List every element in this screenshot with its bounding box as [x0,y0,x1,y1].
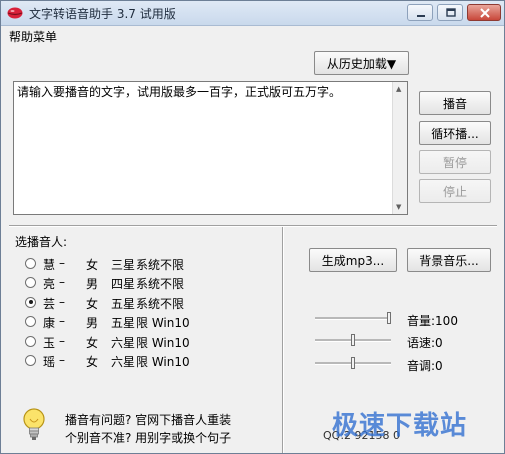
voice-dash: – [59,353,65,367]
scroll-up-icon[interactable]: ▲ [396,85,401,93]
pause-button[interactable]: 暂停 [419,150,491,174]
voice-gender: 男 [86,277,99,292]
close-button[interactable] [467,4,501,21]
voice-limit: 系统不限 [136,258,185,272]
menu-bar: 帮助菜单 [1,26,504,45]
rate-label: 语速:0 [407,336,443,350]
voice-stars: 三星 [111,258,136,272]
voice-section-heading: 选播音人: [15,235,68,249]
voice-dash: – [59,314,65,329]
voice-limit: 限 Win10 [136,355,190,369]
scroll-down-icon[interactable]: ▼ [396,203,401,211]
voice-limit: 系统不限 [136,277,185,292]
voice-radio[interactable] [25,355,36,366]
help-tip-line-2: 个别音不准? 用别字或换个句子 [65,431,232,445]
voice-limit: 限 Win10 [136,316,190,331]
voice-stars: 五星 [111,316,136,331]
voice-gender: 女 [86,335,99,350]
voice-dash: – [59,256,65,270]
voice-stars: 四星 [111,277,136,292]
voice-dash: – [59,275,65,290]
menu-help[interactable]: 帮助菜单 [9,28,57,45]
voice-stars: 六星 [111,355,136,369]
minimize-icon [417,15,425,17]
voice-stars: 六星 [111,335,136,350]
voice-stars: 五星 [111,296,136,311]
volume-slider[interactable] [315,312,391,326]
rate-slider-thumb[interactable] [351,334,355,346]
pitch-label: 音调:0 [407,359,443,373]
voice-radio[interactable] [25,258,36,269]
volume-slider-track [315,317,391,320]
pitch-slider[interactable] [315,357,391,371]
speech-text-content: 请输入要播音的文字，试用版最多一百字，正式版可五万字。 [17,85,342,99]
stop-button[interactable]: 停止 [419,179,491,203]
maximize-icon [446,8,456,17]
voice-radio[interactable] [25,316,36,328]
lightbulb-icon [23,408,45,440]
horizontal-divider [9,225,497,227]
voice-limit: 系统不限 [136,296,185,311]
voice-name: 芸 [43,296,56,311]
voice-radio[interactable] [25,277,36,289]
voice-dash: – [59,333,65,348]
voice-name: 亮 [43,277,56,292]
voice-limit: 限 Win10 [136,335,190,350]
voice-name: 慧 [43,258,56,272]
maximize-button[interactable] [437,4,463,21]
voice-name: 康 [43,316,56,331]
main-window: 文字转语音助手 3.7 试用版 帮助菜单 从历史加载▼ 请输入要播音的文字，试用… [0,0,505,454]
volume-slider-thumb[interactable] [387,312,391,324]
background-music-button[interactable]: 背景音乐... [407,248,491,272]
voice-gender: 女 [86,355,99,369]
watermark-logo: 极速下载站 [332,411,468,441]
speech-text-input[interactable]: 请输入要播音的文字，试用版最多一百字，正式版可五万字。 ▲ ▼ [13,81,408,215]
text-scrollbar[interactable]: ▲ ▼ [392,82,407,214]
voice-name: 玉 [43,335,56,350]
voice-gender: 女 [86,258,99,272]
loop-play-button[interactable]: 循环播... [419,121,491,145]
generate-mp3-button[interactable]: 生成mp3... [309,248,397,272]
voice-name: 瑶 [43,355,56,369]
pitch-slider-thumb[interactable] [351,357,355,369]
voice-dash: – [59,294,65,309]
voice-radio[interactable] [25,335,36,347]
window-title: 文字转语音助手 3.7 试用版 [29,7,176,21]
lips-app-icon [7,7,23,19]
close-icon [480,8,490,18]
title-bar[interactable]: 文字转语音助手 3.7 试用版 [1,1,504,26]
voice-radio[interactable] [25,296,36,308]
help-tip-line-1: 播音有问题? 官网下播音人重装 [65,413,232,427]
load-history-button[interactable]: 从历史加载▼ [314,51,409,75]
vertical-divider [282,227,284,453]
play-button[interactable]: 播音 [419,91,491,115]
voice-gender: 女 [86,296,99,311]
rate-slider[interactable] [315,334,391,348]
volume-label: 音量:100 [407,314,458,328]
minimize-button[interactable] [407,4,433,21]
voice-gender: 男 [86,316,99,331]
